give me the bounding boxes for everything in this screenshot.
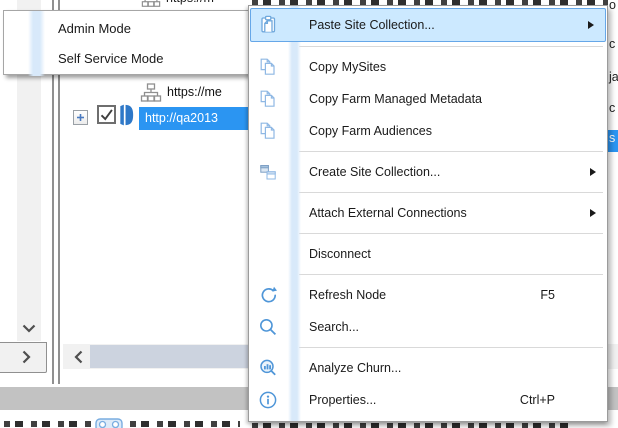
tree-node-selected[interactable]: http://qa2013: [139, 107, 250, 130]
menu-item-label: Create Site Collection...: [309, 165, 440, 179]
info-icon: [258, 390, 278, 410]
menu-item-self-service-mode[interactable]: Self Service Mode: [4, 43, 252, 73]
menu-separator: [299, 46, 603, 47]
menu-separator: [299, 192, 603, 193]
clipped-selected-fragment: s: [607, 130, 618, 152]
menu-item-label: Properties...: [309, 393, 376, 407]
tree-node-label: http://qa2013: [139, 107, 250, 130]
context-menu-item-search[interactable]: Search...: [249, 311, 607, 343]
sitemap-icon: [140, 82, 162, 109]
clipped-text-fragment: [4, 421, 92, 427]
menu-separator: [299, 347, 603, 348]
application-window: https://m https://me http://qa2013: [0, 0, 618, 428]
context-menu-item-properties[interactable]: Properties... Ctrl+P: [249, 384, 607, 416]
menu-shortcut: Ctrl+P: [520, 393, 607, 407]
clipped-text-fragment: [130, 421, 240, 427]
mode-menu: Admin Mode Self Service Mode: [3, 10, 253, 75]
menu-item-label: Search...: [309, 320, 359, 334]
clipped-text-fragment: [252, 423, 572, 428]
context-menu: Paste Site Collection... Copy MySites Copy…: [248, 5, 608, 422]
search-icon: [258, 317, 278, 337]
menu-item-label: Copy Farm Audiences: [309, 124, 432, 138]
create-site-collection-icon: [258, 162, 278, 182]
context-menu-item-create-site-collection[interactable]: Create Site Collection...: [249, 156, 607, 188]
context-menu-item-attach-external-connections[interactable]: Attach External Connections: [249, 197, 607, 229]
context-menu-item-copy-farm-managed-metadata[interactable]: Copy Farm Managed Metadata: [249, 83, 607, 115]
clipped-text-fragment: c: [609, 37, 615, 51]
clipped-tree-row-label: https://m: [166, 0, 214, 5]
context-menu-item-copy-farm-audiences[interactable]: Copy Farm Audiences: [249, 115, 607, 147]
menu-item-label: Analyze Churn...: [309, 361, 401, 375]
clipped-text-fragment: o: [609, 0, 616, 12]
copy-icon: [258, 89, 278, 109]
no-icon: [258, 203, 278, 223]
clipped-text-fragment: ja: [609, 70, 618, 84]
menu-separator: [299, 151, 603, 152]
submenu-arrow-icon: [590, 168, 596, 176]
menu-item-label: Paste Site Collection...: [309, 18, 435, 32]
menu-item-label: Self Service Mode: [58, 51, 164, 66]
menu-item-label: Disconnect: [309, 247, 371, 261]
menu-item-label: Refresh Node: [309, 288, 386, 302]
refresh-icon: [258, 285, 278, 305]
tree-expand-plus-icon[interactable]: [73, 110, 88, 125]
menu-item-label: Copy MySites: [309, 60, 386, 74]
tree-node-label[interactable]: https://me: [167, 85, 222, 99]
tree-node-checkbox[interactable]: [97, 105, 116, 124]
submenu-arrow-icon: [588, 21, 594, 29]
context-menu-item-refresh-node[interactable]: Refresh Node F5: [249, 279, 607, 311]
menu-item-admin-mode[interactable]: Admin Mode: [4, 13, 252, 43]
scroll-down-icon[interactable]: [18, 317, 40, 339]
context-menu-item-copy-mysites[interactable]: Copy MySites: [249, 51, 607, 83]
scroll-right-icon[interactable]: [15, 346, 37, 368]
menu-item-label: Admin Mode: [58, 21, 131, 36]
menu-separator: [299, 233, 603, 234]
analyze-churn-icon: [258, 358, 278, 378]
scroll-left-icon[interactable]: [68, 346, 90, 368]
site-icon: [117, 103, 136, 132]
link-icon: [95, 418, 123, 428]
copy-icon: [258, 57, 278, 77]
paste-icon: [258, 15, 278, 35]
no-icon: [258, 244, 278, 264]
menu-shortcut: F5: [540, 288, 607, 302]
context-menu-item-paste-site-collection[interactable]: Paste Site Collection...: [250, 8, 606, 42]
menu-separator: [299, 274, 603, 275]
context-menu-item-analyze-churn[interactable]: Analyze Churn...: [249, 352, 607, 384]
context-menu-item-disconnect[interactable]: Disconnect: [249, 238, 607, 270]
menu-item-label: Attach External Connections: [309, 206, 467, 220]
clipped-text-fragment: c: [609, 101, 615, 115]
submenu-arrow-icon: [590, 209, 596, 217]
menu-item-label: Copy Farm Managed Metadata: [309, 92, 482, 106]
copy-icon: [258, 121, 278, 141]
